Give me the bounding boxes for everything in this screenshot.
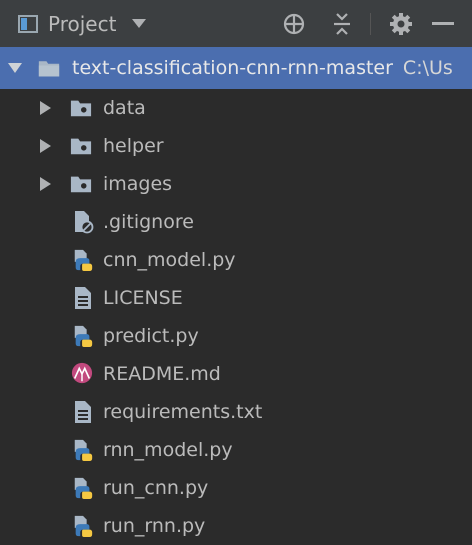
folder-icon: [38, 57, 60, 79]
tree-file-row[interactable]: LICENSE: [0, 279, 472, 317]
file-label: cnn_model.py: [103, 249, 236, 271]
python-file-icon: [72, 515, 94, 537]
project-toolbar: Project: [0, 0, 472, 47]
project-tree: text-classification-cnn-rnn-master C:\Us …: [0, 47, 472, 545]
python-file-icon: [72, 325, 94, 347]
chevron-down-icon[interactable]: [8, 61, 22, 75]
project-view-selector[interactable]: Project: [18, 0, 147, 47]
toolbar-separator: [370, 13, 371, 35]
gear-icon[interactable]: [386, 0, 416, 47]
tree-file-row[interactable]: README.md: [0, 355, 472, 393]
panel-title: Project: [48, 11, 117, 36]
folder-icon: [70, 135, 92, 157]
ignored-file-icon: [72, 211, 94, 234]
file-label: .gitignore: [103, 211, 194, 233]
file-label: requirements.txt: [103, 401, 263, 423]
minimize-icon[interactable]: [428, 0, 458, 47]
tree-folder-row[interactable]: images: [0, 165, 472, 203]
tree-folder-row[interactable]: data: [0, 89, 472, 127]
tree-file-row[interactable]: predict.py: [0, 317, 472, 355]
folder-icon: [70, 173, 92, 195]
tree-root-label: text-classification-cnn-rnn-master C:\Us: [72, 49, 453, 87]
markdown-file-icon: [71, 362, 93, 384]
text-file-icon: [72, 287, 94, 309]
file-label: README.md: [103, 363, 221, 385]
tree-file-row[interactable]: requirements.txt: [0, 393, 472, 431]
file-label: LICENSE: [103, 287, 183, 309]
tree-folder-row[interactable]: helper: [0, 127, 472, 165]
root-folder-name: text-classification-cnn-rnn-master: [72, 57, 393, 79]
chevron-right-icon[interactable]: [38, 177, 52, 191]
folder-label: data: [103, 97, 146, 119]
folder-label: helper: [103, 135, 164, 157]
folder-label: images: [103, 173, 173, 195]
python-file-icon: [72, 477, 94, 499]
python-file-icon: [72, 439, 94, 461]
file-label: run_cnn.py: [103, 477, 209, 499]
project-view-icon: [18, 14, 38, 34]
tree-file-row[interactable]: rnn_model.py: [0, 431, 472, 469]
root-folder-path: C:\Us: [402, 57, 453, 79]
python-file-icon: [72, 249, 94, 271]
tree-file-row[interactable]: .gitignore: [0, 203, 472, 241]
file-label: rnn_model.py: [103, 439, 233, 461]
tree-file-row[interactable]: cnn_model.py: [0, 241, 472, 279]
chevron-right-icon[interactable]: [38, 101, 52, 115]
chevron-down-icon[interactable]: [132, 19, 147, 29]
locate-icon[interactable]: [279, 0, 309, 47]
collapse-all-icon[interactable]: [327, 0, 357, 47]
file-label: run_rnn.py: [103, 515, 206, 537]
tree-file-row[interactable]: run_cnn.py: [0, 469, 472, 507]
file-label: predict.py: [103, 325, 199, 347]
tree-file-row[interactable]: run_rnn.py: [0, 507, 472, 545]
folder-icon: [70, 97, 92, 119]
tree-root-row[interactable]: text-classification-cnn-rnn-master C:\Us: [0, 47, 472, 89]
text-file-icon: [72, 401, 94, 423]
chevron-right-icon[interactable]: [38, 139, 52, 153]
